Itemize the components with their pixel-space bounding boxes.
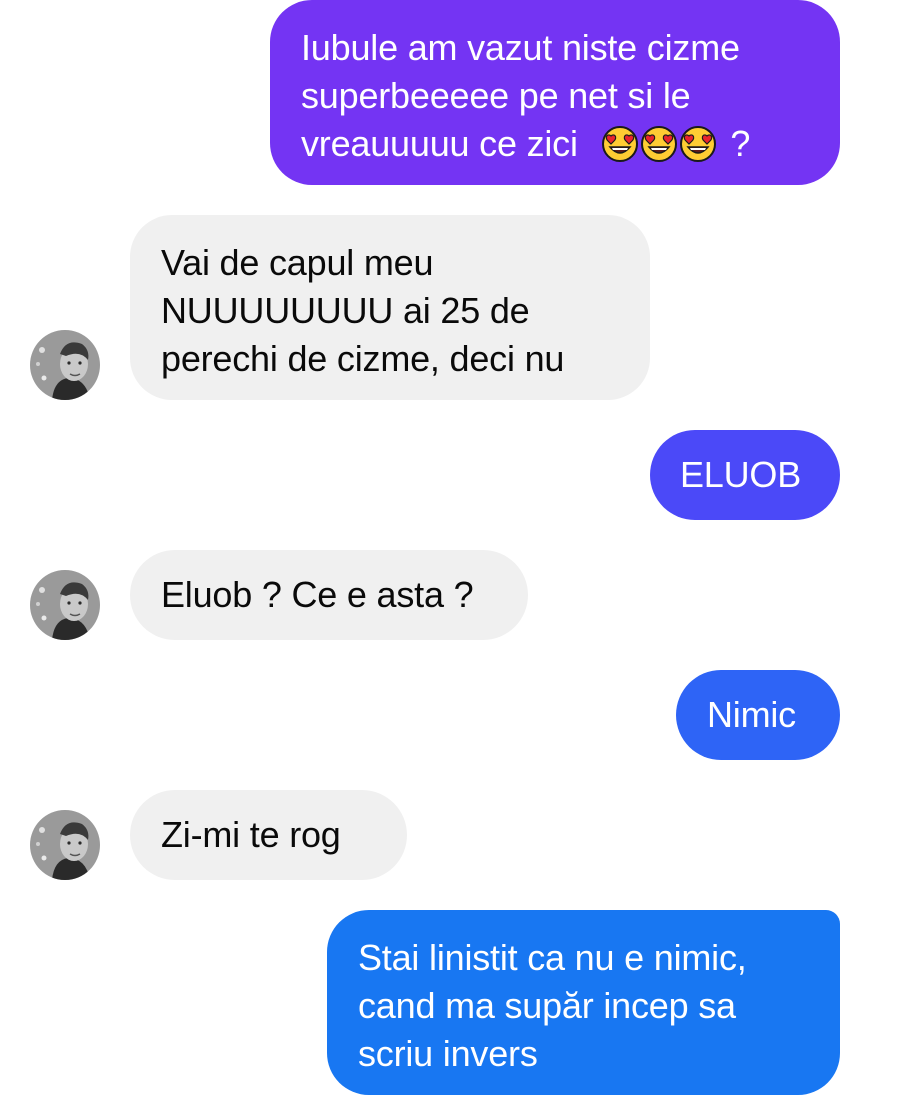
message-text-line: Iubule am vazut niste cizme: [301, 27, 740, 68]
outgoing-message-bubble[interactable]: ELUOB: [650, 430, 840, 520]
message-text-line: Eluob ? Ce e asta ?: [161, 574, 474, 615]
outgoing-message-bubble[interactable]: Nimic: [676, 670, 840, 760]
heart-eyes-emoji-icon: [679, 126, 716, 162]
message-text-line: vreauuuuu ce zici ?: [301, 120, 840, 168]
message-text-line: perechi de cizme, deci nu: [161, 338, 565, 379]
outgoing-message-bubble[interactable]: Iubule am vazut niste cizme superbeeeee …: [270, 0, 840, 185]
message-text-line: NUUUUUUUU ai 25 de: [161, 290, 530, 331]
incoming-message-bubble[interactable]: Vai de capul meu NUUUUUUUU ai 25 de pere…: [130, 215, 650, 400]
message-text-line: Stai linistit ca nu e nimic,: [358, 937, 747, 978]
message-text-line: cand ma supăr incep sa: [358, 985, 736, 1026]
message-text-line: Nimic: [707, 694, 796, 735]
message-text-line: ELUOB: [680, 454, 802, 495]
message-text: vreauuuuu ce zici: [301, 123, 578, 164]
message-text-line: Zi-mi te rog: [161, 814, 341, 855]
contact-avatar-icon[interactable]: [30, 570, 100, 640]
contact-avatar-icon[interactable]: [30, 810, 100, 880]
message-text-line: superbeeeee pe net si le: [301, 75, 691, 116]
message-text-line: scriu invers: [358, 1033, 538, 1074]
message-text-line: Vai de capul meu: [161, 242, 434, 283]
incoming-message-bubble[interactable]: Eluob ? Ce e asta ?: [130, 550, 528, 640]
heart-eyes-emoji-icon: [640, 126, 677, 162]
heart-eyes-emoji-icon: [601, 126, 638, 162]
contact-avatar-icon[interactable]: [30, 330, 100, 400]
incoming-message-bubble[interactable]: Zi-mi te rog: [130, 790, 407, 880]
outgoing-message-bubble[interactable]: Stai linistit ca nu e nimic, cand ma sup…: [327, 910, 840, 1095]
message-text: ?: [730, 123, 751, 164]
